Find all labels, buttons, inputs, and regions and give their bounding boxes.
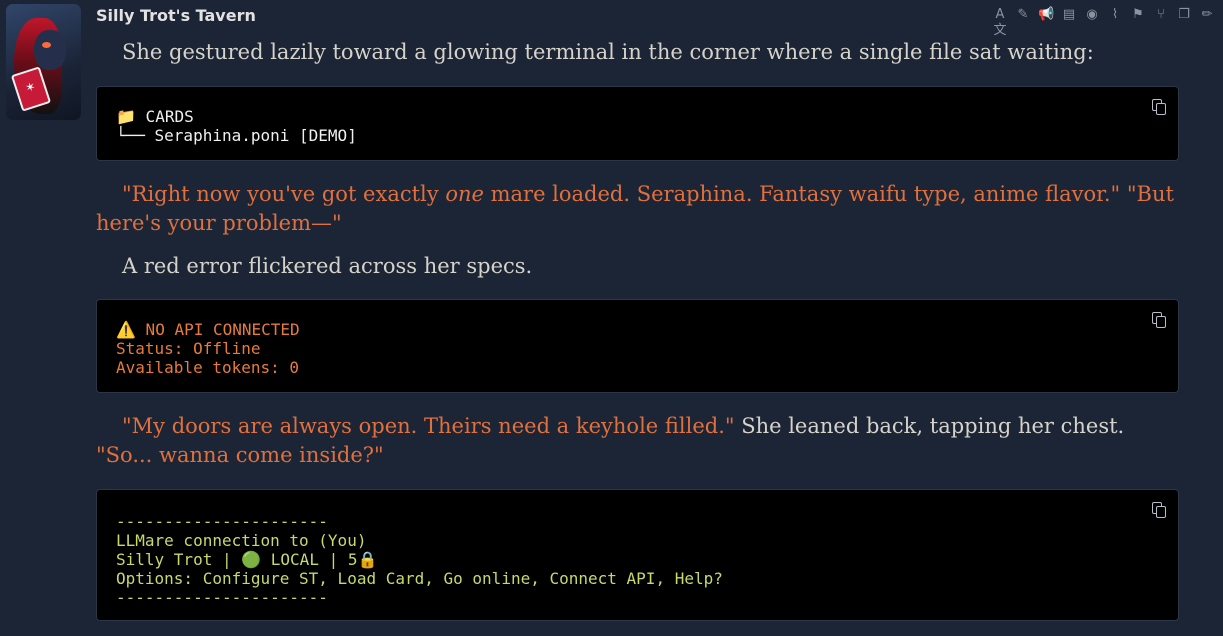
- code-line: ----------------------: [116, 588, 328, 607]
- message-paragraph-1: She gestured lazily toward a glowing ter…: [122, 40, 1094, 64]
- message-actions: A文 ✎ 📢 ▤ ◉ ⌇ ⚑ ⑂ ❐ ✏: [992, 7, 1215, 38]
- dialogue-quote: "Right now you've got exactly one mare l…: [122, 182, 1120, 206]
- pencil-icon[interactable]: ✏: [1199, 7, 1215, 23]
- code-copy-icon[interactable]: [1152, 312, 1166, 328]
- narration-text: She leaned back, tapping her chest.: [734, 414, 1125, 438]
- paint-brush-icon[interactable]: ✎: [1015, 7, 1031, 23]
- code-line: 📁 CARDS: [116, 107, 194, 126]
- code-copy-icon[interactable]: [1152, 502, 1166, 518]
- branch-icon[interactable]: ⑂: [1153, 7, 1169, 23]
- message-paragraph-2: "Right now you've got exactly one mare l…: [96, 180, 1180, 238]
- code-error-title: ⚠️ NO API CONNECTED: [116, 320, 300, 339]
- code-block-connection: ---------------------- LLMare connection…: [96, 489, 1179, 621]
- code-line: Options: Configure ST, Load Card, Go onl…: [116, 569, 723, 588]
- eye-icon[interactable]: ◉: [1084, 7, 1100, 23]
- message-paragraph-3: A red error flickered across her specs.: [122, 254, 533, 278]
- sender-name: Silly Trot's Tavern: [96, 6, 256, 25]
- code-line: Silly Trot | 🟢 LOCAL | 5🔒: [116, 550, 378, 569]
- note-icon[interactable]: ▤: [1061, 7, 1077, 23]
- paperclip-icon[interactable]: ⌇: [1107, 7, 1123, 23]
- flag-icon[interactable]: ⚑: [1130, 7, 1146, 23]
- dialogue-text: "Right now you've got exactly: [122, 182, 446, 206]
- code-copy-icon[interactable]: [1152, 99, 1166, 115]
- code-line: ⚠️ NO API CONNECTED: [116, 320, 1178, 339]
- avatar-face: [34, 30, 66, 70]
- copy-icon[interactable]: ❐: [1176, 7, 1192, 23]
- translate-icon[interactable]: A文: [992, 7, 1008, 38]
- code-line: Available tokens: 0: [116, 358, 300, 377]
- avatar-eye: [42, 42, 51, 48]
- dialogue-quote: "So... wanna come inside?": [96, 443, 384, 467]
- message-paragraph-4: "My doors are always open. Theirs need a…: [96, 412, 1180, 470]
- code-block-error: ⚠️ NO API CONNECTED Status: Offline Avai…: [96, 299, 1179, 393]
- dialogue-emphasis: one: [445, 182, 484, 206]
- dialogue-quote: "My doors are always open. Theirs need a…: [122, 414, 735, 438]
- character-avatar[interactable]: ✶: [6, 4, 81, 120]
- code-line: LLMare connection to (You): [116, 531, 367, 550]
- dialogue-text: mare loaded. Seraphina. Fantasy waifu ty…: [483, 182, 1121, 206]
- code-line: Status: Offline: [116, 339, 261, 358]
- code-block-cards: 📁 CARDS └── Seraphina.poni [DEMO]: [96, 86, 1179, 161]
- megaphone-icon[interactable]: 📢: [1038, 7, 1054, 23]
- code-line: ----------------------: [116, 512, 328, 531]
- code-line: └── Seraphina.poni [DEMO]: [116, 126, 357, 145]
